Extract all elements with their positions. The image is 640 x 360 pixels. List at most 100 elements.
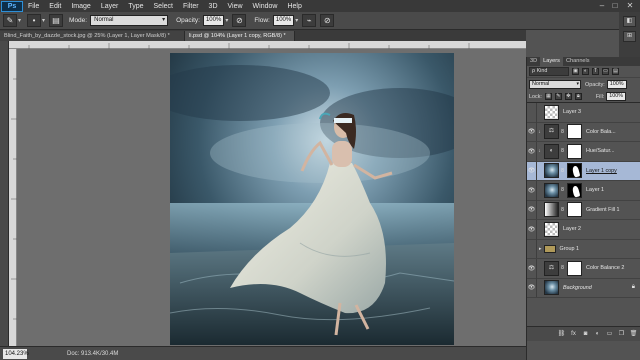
brush-preset-icon[interactable]: •: [27, 14, 42, 27]
lock-label: Lock:: [529, 93, 542, 100]
brush-tool-icon[interactable]: ✎: [3, 14, 17, 27]
menu-type[interactable]: Type: [123, 3, 148, 10]
link-icon[interactable]: 8: [560, 207, 565, 213]
eye-icon[interactable]: 👁︎: [527, 200, 537, 220]
tab-channels[interactable]: Channels: [563, 57, 593, 66]
artwork-image[interactable]: [170, 53, 454, 345]
layer-row[interactable]: Layer 3: [527, 102, 640, 123]
fx-icon[interactable]: fx: [569, 330, 578, 339]
folder-icon[interactable]: ▭: [605, 330, 614, 339]
new-layer-icon[interactable]: ❐: [617, 330, 626, 339]
layer-row-selected[interactable]: 👁︎ 8 Layer 1 copy: [527, 161, 640, 181]
pressure-opacity-icon[interactable]: ⊘: [232, 14, 247, 27]
menu-filter[interactable]: Filter: [178, 3, 204, 10]
menu-image[interactable]: Image: [66, 3, 95, 10]
layer-row[interactable]: 👁︎ Background 🔒︎: [527, 278, 640, 298]
layer-thumbnail: [544, 182, 559, 198]
layer-name: Color Balance 2: [586, 265, 625, 272]
menu-layer[interactable]: Layer: [96, 3, 124, 10]
filter-smart-icon[interactable]: ▤: [612, 68, 619, 75]
layer-mask-thumbnail[interactable]: [567, 163, 582, 179]
lock-transparency-icon[interactable]: ▦: [544, 93, 552, 100]
lock-all-icon[interactable]: 🔒︎: [574, 93, 582, 100]
blend-mode-select[interactable]: Normal: [529, 80, 581, 89]
chevron-down-icon[interactable]: ▾: [42, 17, 45, 24]
tab-3d[interactable]: 3D: [527, 57, 540, 66]
canvas-area[interactable]: [17, 49, 526, 346]
filter-kind-select[interactable]: ρ Kind: [529, 67, 569, 76]
close-icon[interactable]: ✕: [624, 1, 636, 10]
layer-thumbnail: [544, 163, 559, 179]
trash-icon[interactable]: 🗑︎: [629, 330, 638, 339]
layer-mask-thumbnail[interactable]: [567, 260, 582, 276]
menu-select[interactable]: Select: [149, 3, 178, 10]
history-panel-icon[interactable]: ◧: [623, 16, 636, 27]
opacity-label: Opacity:: [585, 81, 605, 88]
eye-icon[interactable]: 👁︎: [527, 141, 537, 161]
layer-row[interactable]: 👁︎ ⚖ 8 Color Balance 2: [527, 258, 640, 279]
clip-arrow-icon: ↓: [538, 148, 541, 155]
eye-icon[interactable]: 👁︎: [527, 258, 537, 278]
link-icon[interactable]: 8: [560, 168, 565, 174]
menu-view[interactable]: View: [223, 3, 248, 10]
layer-mask-thumbnail[interactable]: [567, 124, 582, 140]
adjustment-thumbnail: ⚖: [544, 124, 559, 140]
eye-icon[interactable]: 👁︎: [527, 180, 537, 200]
layer-row[interactable]: 👁︎ 8 Gradient Fill 1: [527, 200, 640, 220]
layer-mask-thumbnail[interactable]: [567, 143, 582, 159]
tab-blind-faith[interactable]: Blind_Faith_by_dazzle_stock.jpg @ 25% (L…: [0, 31, 185, 41]
lock-position-icon[interactable]: ✥: [564, 93, 572, 100]
mode-select[interactable]: Normal: [90, 15, 169, 26]
airbrush-icon[interactable]: ⌁: [302, 14, 317, 27]
tab-li-psd[interactable]: li.psd @ 104% (Layer 1 copy, RGB/8) *: [185, 31, 295, 41]
eye-icon[interactable]: 👁︎: [527, 161, 537, 181]
filter-type-icon[interactable]: T: [592, 68, 599, 75]
chevron-down-icon[interactable]: ▾: [18, 17, 21, 24]
disclosure-triangle-icon[interactable]: ▸: [539, 246, 542, 252]
flow-input[interactable]: 100%: [272, 15, 295, 26]
layer-thumbnail: [544, 221, 559, 237]
chevron-down-icon[interactable]: ▾: [225, 17, 228, 24]
tab-layers[interactable]: Layers: [540, 57, 563, 66]
properties-panel-icon[interactable]: ⊞: [623, 31, 636, 42]
opacity-input[interactable]: 100%: [202, 15, 225, 26]
layer-row-group[interactable]: ▸ Group 1: [527, 239, 640, 259]
link-icon[interactable]: 8: [560, 187, 565, 193]
menu-file[interactable]: File: [23, 3, 44, 10]
layer-row[interactable]: 👁︎ Layer 2: [527, 219, 640, 240]
link-icon[interactable]: ⛓: [557, 330, 566, 339]
link-icon[interactable]: 8: [560, 265, 565, 271]
link-icon[interactable]: 8: [560, 129, 565, 135]
filter-adjustment-icon[interactable]: ◐: [582, 68, 589, 75]
minimize-icon[interactable]: –: [596, 1, 608, 10]
visibility-toggle[interactable]: [527, 239, 537, 259]
maximize-icon[interactable]: □: [609, 1, 621, 10]
visibility-toggle[interactable]: [527, 102, 537, 122]
layer-thumbnail: [544, 104, 559, 120]
menu-help[interactable]: Help: [282, 3, 306, 10]
layer-mask-thumbnail[interactable]: [567, 202, 582, 218]
layer-mask-thumbnail[interactable]: [567, 182, 582, 198]
eye-icon[interactable]: 👁︎: [527, 122, 537, 142]
eye-icon[interactable]: 👁︎: [527, 278, 537, 298]
brush-panel-icon[interactable]: ▤: [49, 14, 64, 27]
menu-edit[interactable]: Edit: [44, 3, 66, 10]
zoom-field[interactable]: 104.23%: [3, 348, 29, 359]
adjustment-icon[interactable]: ◐: [593, 330, 602, 339]
pressure-size-icon[interactable]: ⊘: [320, 14, 335, 27]
layer-row[interactable]: 👁︎ ↓ ◐ 8 Hue/Satur...: [527, 141, 640, 162]
ruler-ticks: [11, 78, 17, 320]
eye-icon[interactable]: 👁︎: [527, 219, 537, 239]
menu-window[interactable]: Window: [248, 3, 283, 10]
layer-row[interactable]: 👁︎ 8 Layer 1: [527, 180, 640, 201]
fill-input[interactable]: 100%: [606, 92, 627, 101]
layer-opacity-input[interactable]: 100%: [606, 80, 627, 89]
mask-icon[interactable]: ◙: [581, 330, 590, 339]
lock-pixels-icon[interactable]: ✎: [554, 93, 562, 100]
filter-pixel-icon[interactable]: ▣: [572, 68, 579, 75]
layer-row[interactable]: 👁︎ ↓ ⚖ 8 Color Bala...: [527, 122, 640, 142]
filter-shape-icon[interactable]: ▭: [602, 68, 609, 75]
menu-3d[interactable]: 3D: [204, 3, 223, 10]
chevron-down-icon[interactable]: ▾: [295, 17, 298, 24]
link-icon[interactable]: 8: [560, 148, 565, 154]
